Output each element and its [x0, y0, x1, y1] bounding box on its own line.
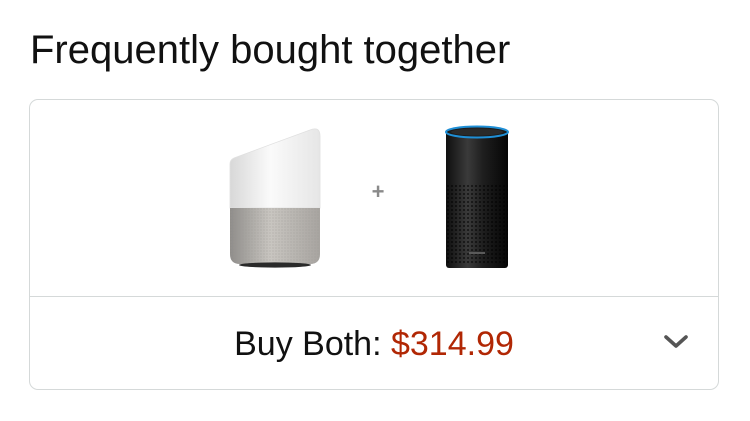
bundle-card: + Buy Both: $314.99 [29, 99, 719, 390]
plus-sign: + [371, 179, 385, 204]
bundle-price: $314.99 [390, 325, 514, 363]
amazon-echo-speaker-image[interactable] [442, 124, 512, 270]
chevron-down-icon[interactable] [661, 331, 691, 351]
bundle-products: + [30, 100, 718, 297]
google-home-speaker-image[interactable] [224, 124, 328, 268]
buy-both-row[interactable]: Buy Both: $314.99 [30, 297, 718, 391]
buy-both-label: Buy Both: [234, 325, 382, 363]
buy-both-text: Buy Both: $314.99 [30, 324, 718, 364]
section-title: Frequently bought together [30, 28, 511, 72]
